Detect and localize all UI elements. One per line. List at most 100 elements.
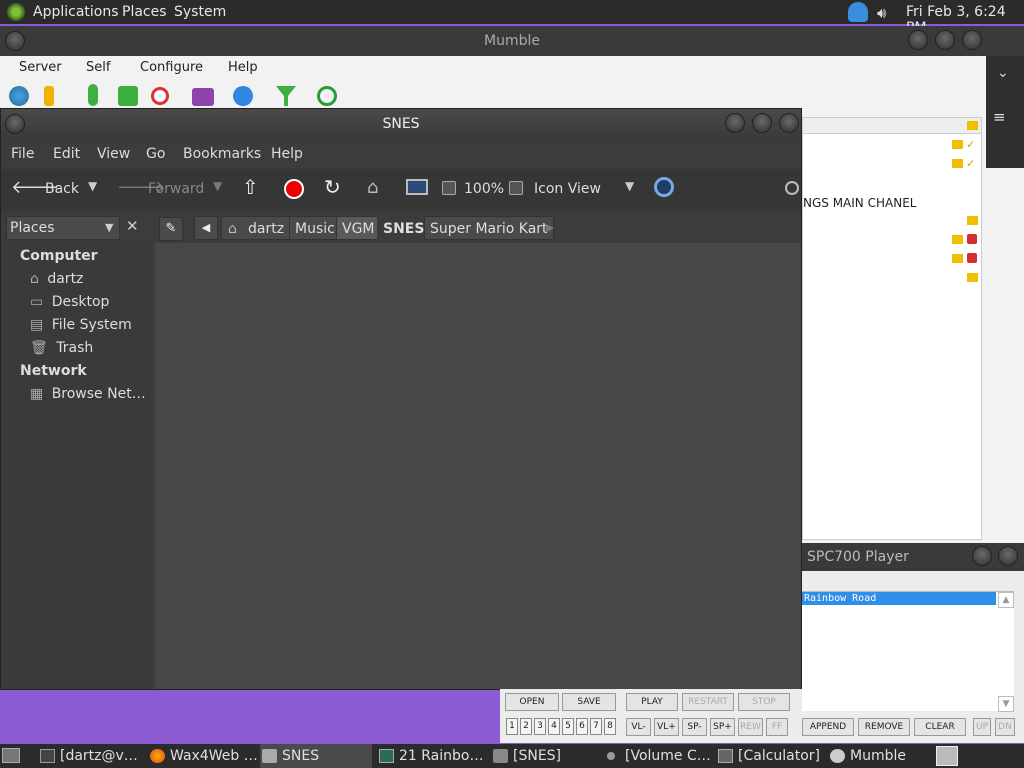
globe-icon[interactable] — [9, 86, 29, 106]
reload-icon[interactable]: ↻ — [324, 175, 341, 199]
workspace-switcher[interactable] — [936, 746, 958, 766]
speed-down-button[interactable]: SP- — [682, 718, 707, 736]
zoom-level[interactable]: 100% — [464, 181, 504, 197]
clear-button[interactable]: CLEAR — [914, 718, 966, 736]
speaker-icon[interactable] — [118, 86, 138, 106]
append-button[interactable]: APPEND — [802, 718, 854, 736]
task-rainbow-road[interactable]: 21 Rainbo… — [377, 744, 483, 768]
scroll-down-icon[interactable]: ▼ — [998, 696, 1014, 712]
task-calculator[interactable]: [Calculator] — [716, 744, 820, 768]
task-volume-control[interactable]: [Volume C… — [603, 744, 711, 768]
view-mode-select[interactable]: Icon View — [534, 181, 601, 197]
task-snes[interactable]: SNES — [260, 744, 372, 768]
track-2-button[interactable]: 2 — [520, 718, 532, 735]
menu-help[interactable]: Help — [271, 146, 303, 162]
menu-file[interactable]: File — [11, 146, 34, 162]
chat-icon[interactable] — [192, 88, 214, 106]
speed-up-button[interactable]: SP+ — [710, 718, 735, 736]
menu-view[interactable]: View — [97, 146, 130, 162]
sidebar-item-file-system[interactable]: ▤ File System — [30, 317, 132, 333]
menu-bookmarks[interactable]: Bookmarks — [183, 146, 261, 162]
computer-icon[interactable] — [406, 179, 428, 195]
menu-configure[interactable]: Configure — [140, 60, 203, 75]
stop-icon[interactable] — [284, 179, 304, 199]
playlist-item-selected[interactable]: Rainbow Road — [802, 592, 996, 605]
show-desktop-icon[interactable] — [2, 748, 20, 763]
menu-server[interactable]: Server — [19, 60, 62, 75]
track-8-button[interactable]: 8 — [604, 718, 616, 735]
places-selector[interactable]: Places ▼ — [6, 216, 120, 240]
system-menu[interactable]: System — [174, 4, 226, 20]
microphone-icon[interactable] — [88, 84, 98, 106]
close-button[interactable] — [779, 113, 799, 133]
breadcrumb-dartz[interactable]: ⌂ dartz — [221, 216, 291, 240]
move-down-button[interactable]: DN — [995, 718, 1015, 736]
filter-icon[interactable] — [276, 86, 296, 106]
remove-button[interactable]: REMOVE — [858, 718, 910, 736]
scroll-up-icon[interactable]: ▲ — [998, 592, 1014, 608]
task-firefox[interactable]: Wax4Web … — [148, 744, 258, 768]
places-menu[interactable]: Places — [122, 4, 167, 20]
view-mode-dropdown-icon[interactable]: ▼ — [625, 179, 634, 193]
volume-up-button[interactable]: VL+ — [654, 718, 679, 736]
breadcrumb-left-icon[interactable]: ◀ — [194, 216, 218, 240]
snes-titlebar[interactable]: SNES — [1, 109, 801, 139]
forward-button[interactable]: Forward — [148, 181, 204, 197]
applications-menu[interactable]: Applications — [33, 4, 119, 20]
volume-down-button[interactable]: VL- — [626, 718, 651, 736]
user-status-icon[interactable] — [848, 2, 868, 22]
rewind-button[interactable]: REW — [738, 718, 763, 736]
sidebar-item-desktop[interactable]: ▭ Desktop — [30, 294, 109, 310]
minimize-button[interactable] — [972, 546, 992, 566]
breadcrumb-vgm[interactable]: VGM — [336, 216, 381, 240]
sidebar-item-browse-network[interactable]: ▦ Browse Net… — [30, 386, 146, 402]
hamburger-menu-icon[interactable]: ≡ — [993, 108, 1006, 126]
open-button[interactable]: OPEN — [505, 693, 559, 711]
track-3-button[interactable]: 3 — [534, 718, 546, 735]
task-mumble[interactable]: Mumble — [828, 744, 906, 768]
window-menu-button[interactable] — [5, 114, 25, 134]
breadcrumb-super-mario-kart[interactable]: Super Mario Kart — [424, 216, 554, 240]
track-7-button[interactable]: 7 — [590, 718, 602, 735]
fast-forward-button[interactable]: FF — [766, 718, 788, 736]
task-terminal[interactable]: [dartz@v… — [38, 744, 138, 768]
chevron-down-icon[interactable]: ⌄ — [997, 65, 1009, 81]
edit-location-icon[interactable]: ✎ — [159, 217, 183, 241]
settings-gear-icon[interactable] — [233, 86, 253, 106]
close-button[interactable] — [962, 30, 982, 50]
stop-button[interactable]: STOP — [738, 693, 790, 711]
track-1-button[interactable]: 1 — [506, 718, 518, 735]
forward-dropdown-icon[interactable]: ▼ — [213, 179, 222, 193]
zoom-in-icon[interactable] — [509, 181, 523, 195]
breadcrumb-snes[interactable]: SNES — [377, 216, 431, 240]
close-button[interactable] — [998, 546, 1018, 566]
info-icon[interactable] — [44, 86, 54, 106]
record-icon[interactable] — [151, 87, 169, 105]
menu-go[interactable]: Go — [146, 146, 165, 162]
menu-self[interactable]: Self — [86, 60, 110, 75]
restart-button[interactable]: RESTART — [682, 693, 734, 711]
maximize-button[interactable] — [752, 113, 772, 133]
track-5-button[interactable]: 5 — [562, 718, 574, 735]
back-button[interactable]: Back — [45, 181, 79, 197]
breadcrumb-right-icon[interactable]: ▶ — [538, 216, 562, 240]
mumble-titlebar[interactable]: Mumble — [0, 26, 1024, 56]
playlist[interactable]: Rainbow Road ▲ ▼ — [802, 591, 1014, 712]
sidebar-item-trash[interactable]: 🗑︎ Trash — [30, 340, 93, 356]
search-icon[interactable] — [654, 177, 674, 197]
close-sidebar-icon[interactable]: ✕ — [126, 217, 139, 235]
track-4-button[interactable]: 4 — [548, 718, 560, 735]
minimize-button[interactable] — [725, 113, 745, 133]
minimize-button[interactable] — [908, 30, 928, 50]
volume-icon[interactable]: 🔊︎ — [877, 4, 886, 22]
menu-help[interactable]: Help — [228, 60, 258, 75]
distro-logo-icon[interactable] — [7, 3, 25, 21]
breadcrumb-music[interactable]: Music — [289, 216, 341, 240]
channel-label[interactable]: NGS MAIN CHANEL — [803, 196, 916, 210]
file-view-area[interactable] — [155, 243, 801, 689]
track-6-button[interactable]: 6 — [576, 718, 588, 735]
maximize-button[interactable] — [935, 30, 955, 50]
play-button[interactable]: PLAY — [626, 693, 678, 711]
zoom-out-icon[interactable] — [442, 181, 456, 195]
menu-edit[interactable]: Edit — [53, 146, 80, 162]
